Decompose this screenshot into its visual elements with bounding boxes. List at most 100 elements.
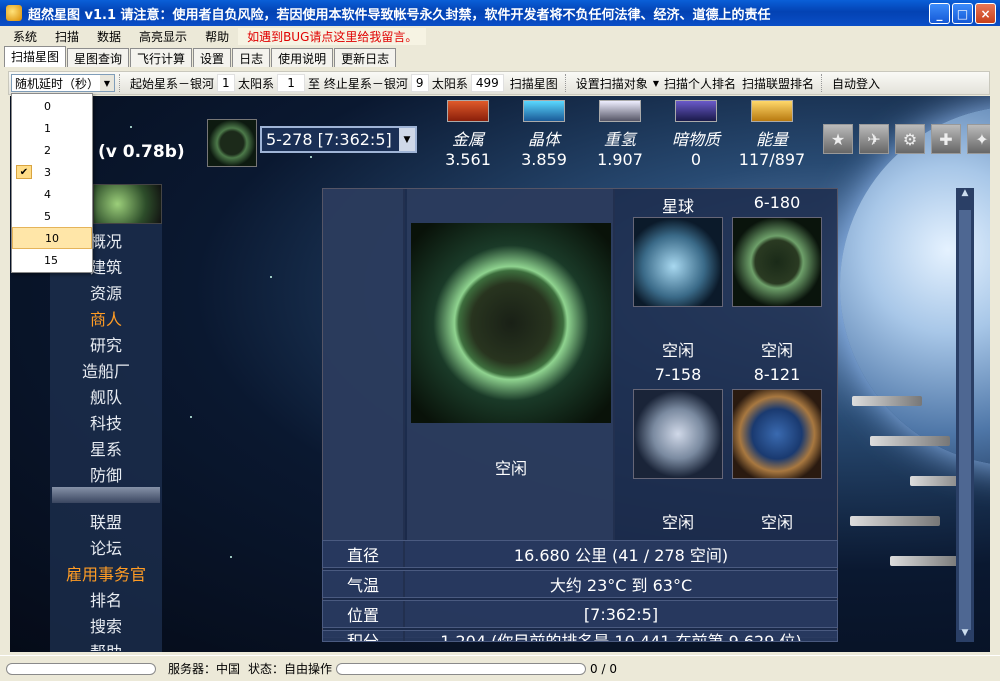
delay-option[interactable]: 5 (12, 205, 92, 227)
menu-scan[interactable]: 扫描 (46, 28, 88, 45)
progress-count: 0 / 0 (590, 661, 617, 676)
scan-map-button[interactable]: 扫描星图 (504, 75, 561, 92)
start-system-label: 太阳系 (238, 76, 275, 91)
panel-left-column (323, 189, 405, 541)
tab-log[interactable]: 日志 (232, 48, 271, 67)
planet-select-value: 5-278 [7:362:5] (266, 130, 392, 149)
nav-search[interactable]: 搜索 (50, 613, 162, 637)
start-system-input[interactable]: 1 (277, 74, 306, 92)
nav-forum[interactable]: 论坛 (50, 535, 162, 559)
menu-help[interactable]: 帮助 (196, 28, 238, 45)
slot-name-1: 6-180 (753, 193, 801, 212)
info-value: 大约 23°C 到 63°C (549, 576, 693, 595)
slot-planet-2-image[interactable] (633, 389, 723, 479)
scan-personal-rank-button[interactable]: 扫描个人排名 (661, 75, 739, 92)
set-scan-target-button[interactable]: 设置扫描对象 (573, 75, 651, 92)
scroll-up-icon[interactable]: ▲ (956, 188, 974, 202)
delay-combo[interactable]: 随机延时（秒） ▼ (11, 74, 115, 92)
nav-research[interactable]: 研究 (50, 332, 162, 356)
nav-merchant[interactable]: 商人 (50, 306, 162, 330)
delay-option[interactable]: 1 (12, 117, 92, 139)
energy-icon (751, 100, 793, 122)
server-status: 服务器：中国 (168, 662, 241, 676)
delay-option[interactable]: 2 (12, 139, 92, 161)
delay-option[interactable]: ✔ 3 (12, 161, 92, 183)
game-viewport: (v 0.78b) 5-278 [7:362:5] ▼ 金属 3.561 晶体 … (10, 96, 990, 652)
tab-changelog[interactable]: 更新日志 (334, 48, 397, 67)
info-row-position: 位置 [7:362:5] (322, 600, 838, 628)
geologist-icon[interactable]: ✚ (931, 124, 961, 154)
bug-report-link[interactable]: 如遇到BUG请点这里给我留言。 (238, 27, 427, 45)
resource-energy: 能量 117/897 (734, 100, 810, 169)
tab-map-query[interactable]: 星图查询 (67, 48, 130, 67)
auto-login-button[interactable]: 自动登入 (829, 75, 883, 92)
nav-alliance[interactable]: 联盟 (50, 509, 162, 533)
delay-option-highlighted[interactable]: 10 (12, 227, 92, 249)
menu-data[interactable]: 数据 (88, 28, 130, 45)
menu-system[interactable]: 系统 (4, 28, 46, 45)
current-planet-thumbnail[interactable] (207, 119, 257, 167)
delay-option[interactable]: 0 (12, 95, 92, 117)
tab-scan-map[interactable]: 扫描星图 (4, 46, 67, 67)
admiral-icon[interactable]: ✈ (859, 124, 889, 154)
technocrat-icon[interactable]: ✦ (967, 124, 990, 154)
deuterium-icon (599, 100, 641, 122)
tab-settings[interactable]: 设置 (193, 48, 232, 67)
minimize-button[interactable]: _ (929, 3, 950, 24)
info-label: 位置 (323, 601, 405, 627)
start-galaxy-label: 起始星系－银河 (130, 76, 215, 91)
engineer-icon[interactable]: ⚙ (895, 124, 925, 154)
nav-galaxy[interactable]: 星系 (50, 436, 162, 460)
resource-bar: 金属 3.561 晶体 3.859 重氢 1.907 暗物质 0 能量 117/… (430, 100, 810, 169)
crystal-icon (523, 100, 565, 122)
close-button[interactable]: × (975, 3, 996, 24)
main-planet-status: 空闲 (494, 459, 527, 478)
check-icon: ✔ (16, 165, 32, 179)
slot-status-2: 空闲 (661, 513, 694, 532)
scroll-thumb[interactable] (959, 210, 971, 630)
start-galaxy-input[interactable]: 1 (217, 74, 236, 92)
planet-select[interactable]: 5-278 [7:362:5] ▼ (260, 126, 417, 153)
delay-option[interactable]: 4 (12, 183, 92, 205)
resource-metal: 金属 3.561 (430, 100, 506, 169)
game-version: (v 0.78b) (98, 142, 185, 162)
scroll-down-icon[interactable]: ▼ (956, 628, 974, 642)
vertical-scrollbar[interactable]: ▲ ▼ (956, 188, 974, 642)
delay-option[interactable]: 15 (12, 249, 92, 271)
main-planet-image[interactable] (411, 223, 611, 423)
tab-manual[interactable]: 使用说明 (271, 48, 334, 67)
slot-planet-1-image[interactable] (732, 217, 822, 307)
caret-down-icon[interactable]: ▼ (651, 79, 661, 88)
app-icon (6, 5, 22, 21)
nav-technology[interactable]: 科技 (50, 410, 162, 434)
menu-bar: 系统 扫描 数据 高亮显示 帮助 如遇到BUG请点这里给我留言。 (0, 26, 1000, 46)
end-galaxy-input[interactable]: 9 (410, 74, 429, 92)
spaceship (852, 396, 922, 406)
maximize-button[interactable]: □ (952, 3, 973, 24)
nav-hire-officer[interactable]: 雇用事务官 (50, 561, 162, 585)
nav-fleet[interactable]: 舰队 (50, 384, 162, 408)
nav-shipyard[interactable]: 造船厂 (50, 358, 162, 382)
menu-highlight[interactable]: 高亮显示 (130, 28, 196, 45)
star-icon[interactable]: ★ (823, 124, 853, 154)
delay-dropdown-list: 0 1 2 ✔ 3 4 5 10 15 (11, 93, 93, 273)
panel-planet-column: 空闲 (407, 189, 615, 541)
info-label: 积分 (323, 631, 405, 641)
nav-help[interactable]: 帮助 (50, 639, 162, 651)
metal-icon (447, 100, 489, 122)
nav-ranking[interactable]: 排名 (50, 587, 162, 611)
tab-bar: 扫描星图 星图查询 飞行计算 设置 日志 使用说明 更新日志 (4, 46, 397, 68)
slot-planet-3-image[interactable] (732, 389, 822, 479)
moon-image[interactable] (633, 217, 723, 307)
status-bar: 服务器：中国 状态：自由操作 0 / 0 (0, 655, 1000, 681)
chevron-down-icon[interactable]: ▼ (100, 75, 114, 91)
scan-alliance-rank-button[interactable]: 扫描联盟排名 (739, 75, 817, 92)
nav-resources[interactable]: 资源 (50, 280, 162, 304)
chevron-down-icon[interactable]: ▼ (399, 128, 415, 151)
operation-status: 状态：自由操作 (248, 662, 333, 676)
resource-crystal: 晶体 3.859 (506, 100, 582, 169)
tab-flight-calc[interactable]: 飞行计算 (130, 48, 193, 67)
end-system-input[interactable]: 499 (470, 74, 504, 92)
nav-defense[interactable]: 防御 (50, 462, 162, 486)
info-row-diameter: 直径 16.680 公里 (41 / 278 空间) (322, 540, 838, 568)
